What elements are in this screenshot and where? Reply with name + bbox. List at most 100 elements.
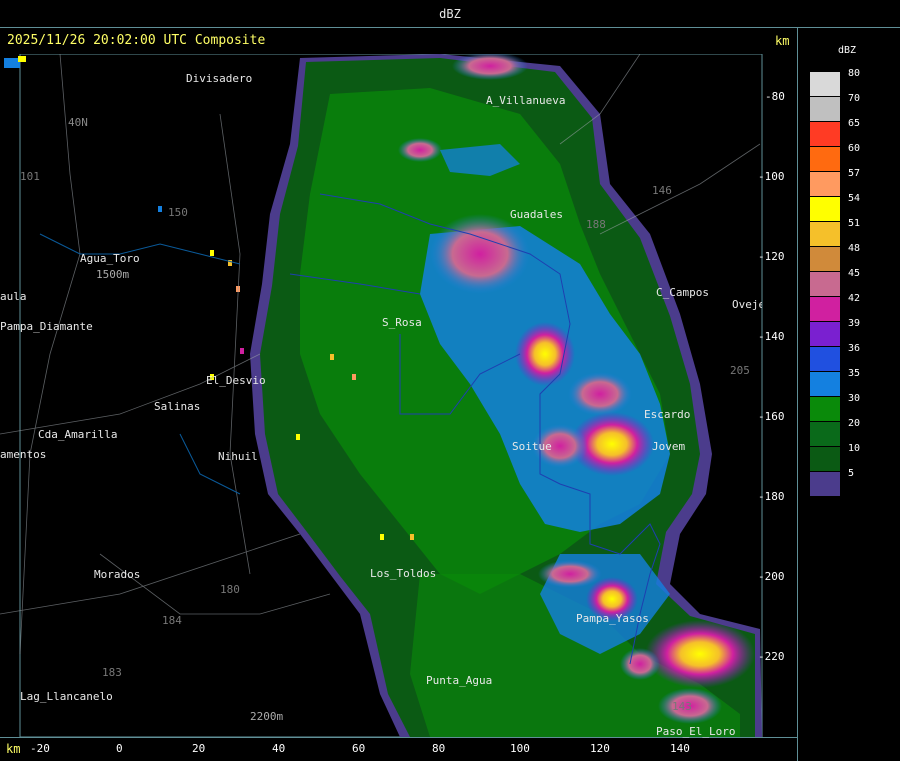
- place-label: Morados: [94, 568, 141, 581]
- legend-swatch: [810, 97, 840, 121]
- legend-swatch: [810, 347, 840, 371]
- cell-main-2: [515, 322, 575, 386]
- place-label: 2200m: [250, 710, 284, 723]
- radar-map[interactable]: [0, 54, 797, 737]
- cell-southeast: [645, 620, 755, 688]
- place-label: 1500m: [96, 268, 130, 281]
- place-label: amentos: [0, 448, 47, 461]
- place-label: Salinas: [154, 400, 201, 413]
- y-tick: -100: [758, 170, 785, 183]
- legend-swatch: [810, 272, 840, 296]
- cell-south-3: [620, 648, 660, 680]
- place-label: Guadales: [510, 208, 563, 221]
- cell-main-3: [568, 372, 632, 416]
- place-label: 184: [162, 614, 182, 627]
- legend-swatch: [810, 147, 840, 171]
- legend-value: 60: [848, 143, 861, 154]
- legend-swatch: [810, 372, 840, 396]
- x-tick: 100: [510, 742, 530, 755]
- place-label: El_Desvio: [206, 374, 266, 387]
- x-tick: 20: [192, 742, 206, 755]
- legend-value: 10: [848, 443, 861, 454]
- legend-title: dBZ: [838, 45, 857, 56]
- legend-value: 36: [848, 343, 861, 354]
- place-label: Agua_Toro: [80, 252, 140, 265]
- place-label: Lag_Llancanelo: [20, 690, 113, 703]
- legend-swatch: [810, 222, 840, 246]
- legend-value: 80: [848, 68, 861, 79]
- legend-value: 35: [848, 368, 861, 379]
- x-tick: 0: [116, 742, 123, 755]
- legend-value: 65: [848, 118, 861, 129]
- legend-value: 45: [848, 268, 861, 279]
- legend-value: 70: [848, 93, 861, 104]
- legend-swatch: [810, 297, 840, 321]
- window-title: dBZ: [439, 7, 461, 21]
- place-label: Jovem: [652, 440, 686, 453]
- frame-top: [0, 27, 900, 28]
- place-label: Ovejero: [732, 298, 762, 311]
- place-label: 40N: [68, 116, 88, 129]
- place-label: Paso_El_Loro: [656, 725, 736, 738]
- place-label: 143: [672, 700, 692, 713]
- legend-swatch: [810, 72, 840, 96]
- x-tick: -20: [30, 742, 50, 755]
- place-label: C_Campos: [656, 286, 709, 299]
- x-tick: 140: [670, 742, 690, 755]
- place-label: 146: [652, 184, 672, 197]
- place-label: Los_Toldos: [370, 567, 437, 580]
- x-tick: 40: [272, 742, 286, 755]
- x-tick: 60: [352, 742, 366, 755]
- legend-swatch: [810, 247, 840, 271]
- frame-right-divider: [797, 27, 798, 761]
- place-label: Pampa_Yasos: [576, 612, 649, 625]
- y-tick: -120: [758, 250, 785, 263]
- place-label: Punta_Agua: [426, 674, 493, 687]
- cell-main-1: [430, 214, 530, 294]
- place-label: 150: [168, 206, 188, 219]
- legend-value: 51: [848, 218, 861, 229]
- place-label: 205: [730, 364, 750, 377]
- x-axis-unit: km: [6, 742, 21, 756]
- place-label: Soitue: [512, 440, 552, 453]
- x-tick: 120: [590, 742, 610, 755]
- cell-northwest: [398, 138, 442, 162]
- legend-swatch: [810, 172, 840, 196]
- legend-swatch: [810, 122, 840, 146]
- y-tick: -140: [758, 330, 785, 343]
- place-label: Pampa_Diamante: [0, 320, 93, 333]
- y-tick: -180: [758, 490, 785, 503]
- place-label: Cda_Amarilla: [38, 428, 118, 441]
- y-tick: -80: [765, 90, 785, 103]
- place-label: 183: [102, 666, 122, 679]
- legend-value: 57: [848, 168, 861, 179]
- place-label: S_Rosa: [382, 316, 422, 329]
- y-tick: -220: [758, 650, 785, 663]
- legend-swatch: [810, 422, 840, 446]
- place-label: 180: [220, 583, 240, 596]
- legend-value: 48: [848, 243, 861, 254]
- y-tick: -200: [758, 570, 785, 583]
- legend-swatch: [810, 472, 840, 496]
- legend-value: 20: [848, 418, 861, 429]
- place-label: Nihuil: [218, 450, 258, 463]
- x-tick: 80: [432, 742, 446, 755]
- legend-value: 5: [848, 468, 855, 479]
- legend-swatch: [810, 322, 840, 346]
- legend-value: 39: [848, 318, 861, 329]
- place-label: Escardo: [644, 408, 691, 421]
- legend-swatch: [810, 397, 840, 421]
- place-label: Divisadero: [186, 72, 253, 85]
- legend-value: 42: [848, 293, 861, 304]
- timestamp-label: 2025/11/26 20:02:00 UTC Composite: [7, 33, 266, 48]
- place-label: 101: [20, 170, 40, 183]
- legend-value: 30: [848, 393, 861, 404]
- place-label: 188: [586, 218, 606, 231]
- place-label: aula: [0, 290, 27, 303]
- legend-swatch: [810, 447, 840, 471]
- cell-south-1: [538, 560, 602, 588]
- y-tick: -160: [758, 410, 785, 423]
- y-axis-unit: km: [775, 34, 790, 48]
- legend-value: 54: [848, 193, 861, 204]
- river-lines: [39, 233, 241, 495]
